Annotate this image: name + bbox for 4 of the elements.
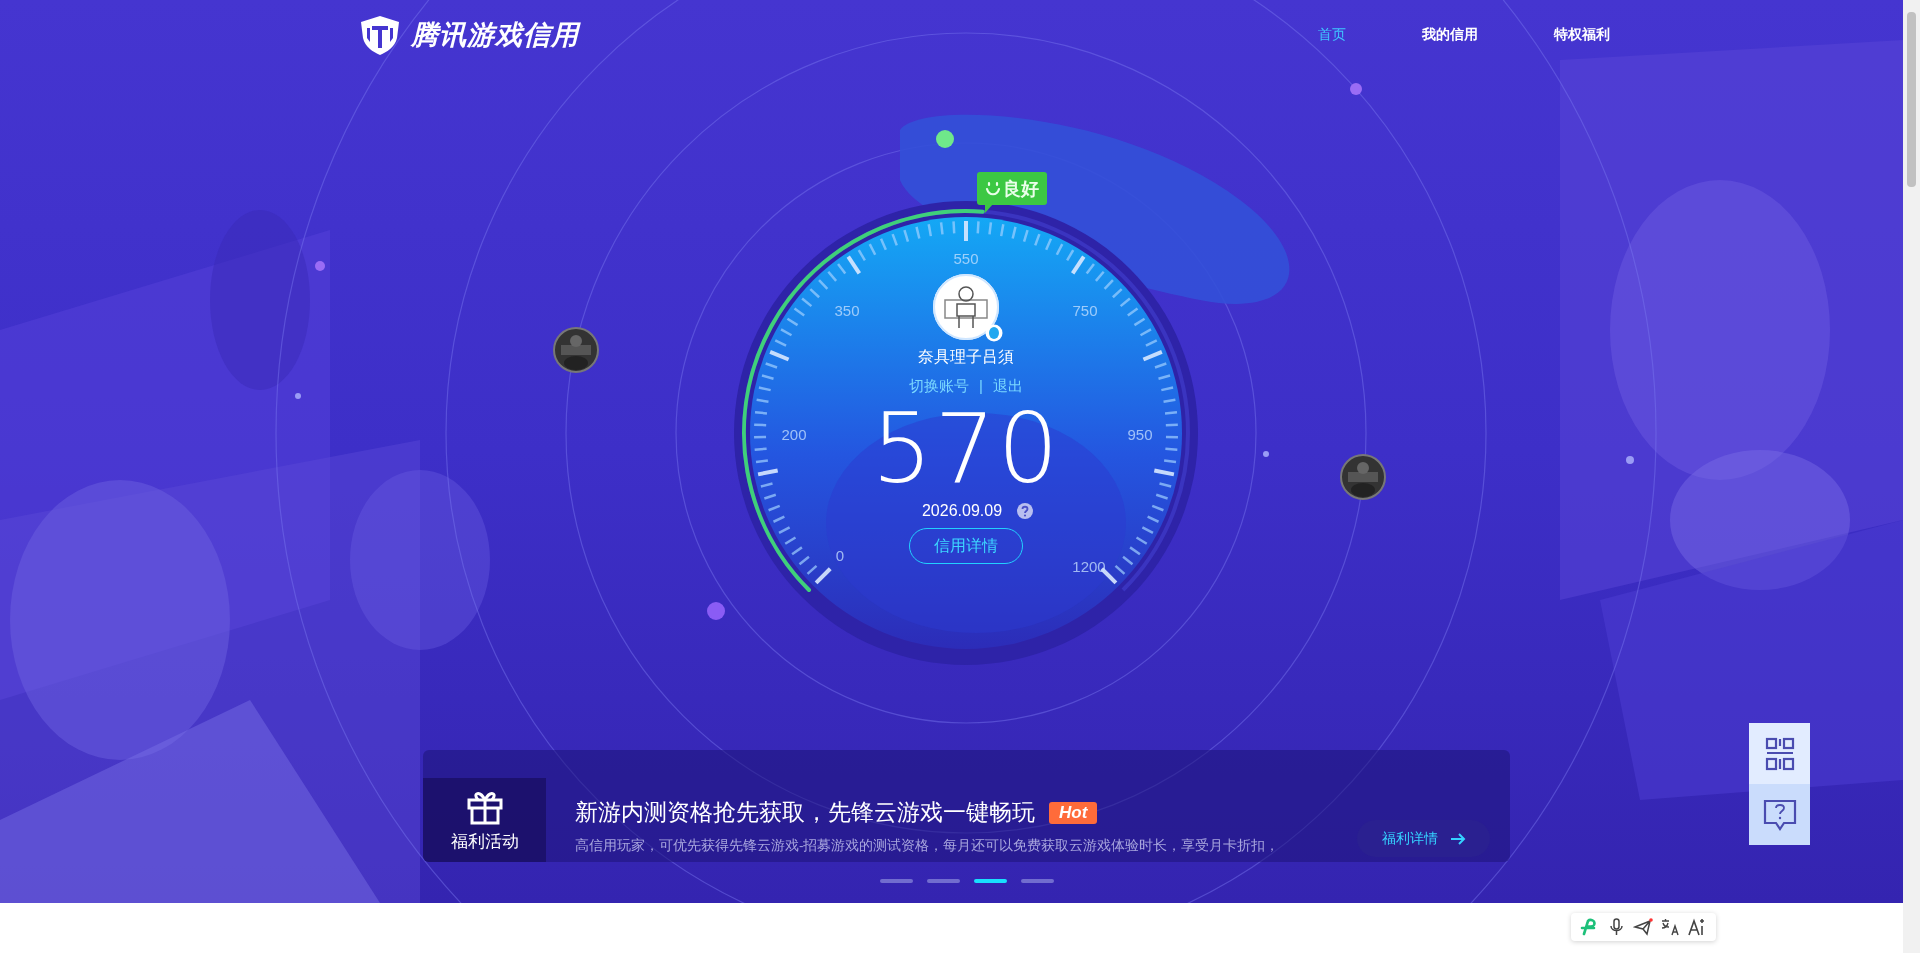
send-icon[interactable] <box>1633 918 1654 936</box>
translate-icon[interactable] <box>1660 918 1681 936</box>
scrollbar[interactable] <box>1903 0 1920 953</box>
scrollbar-thumb[interactable] <box>1907 12 1916 187</box>
